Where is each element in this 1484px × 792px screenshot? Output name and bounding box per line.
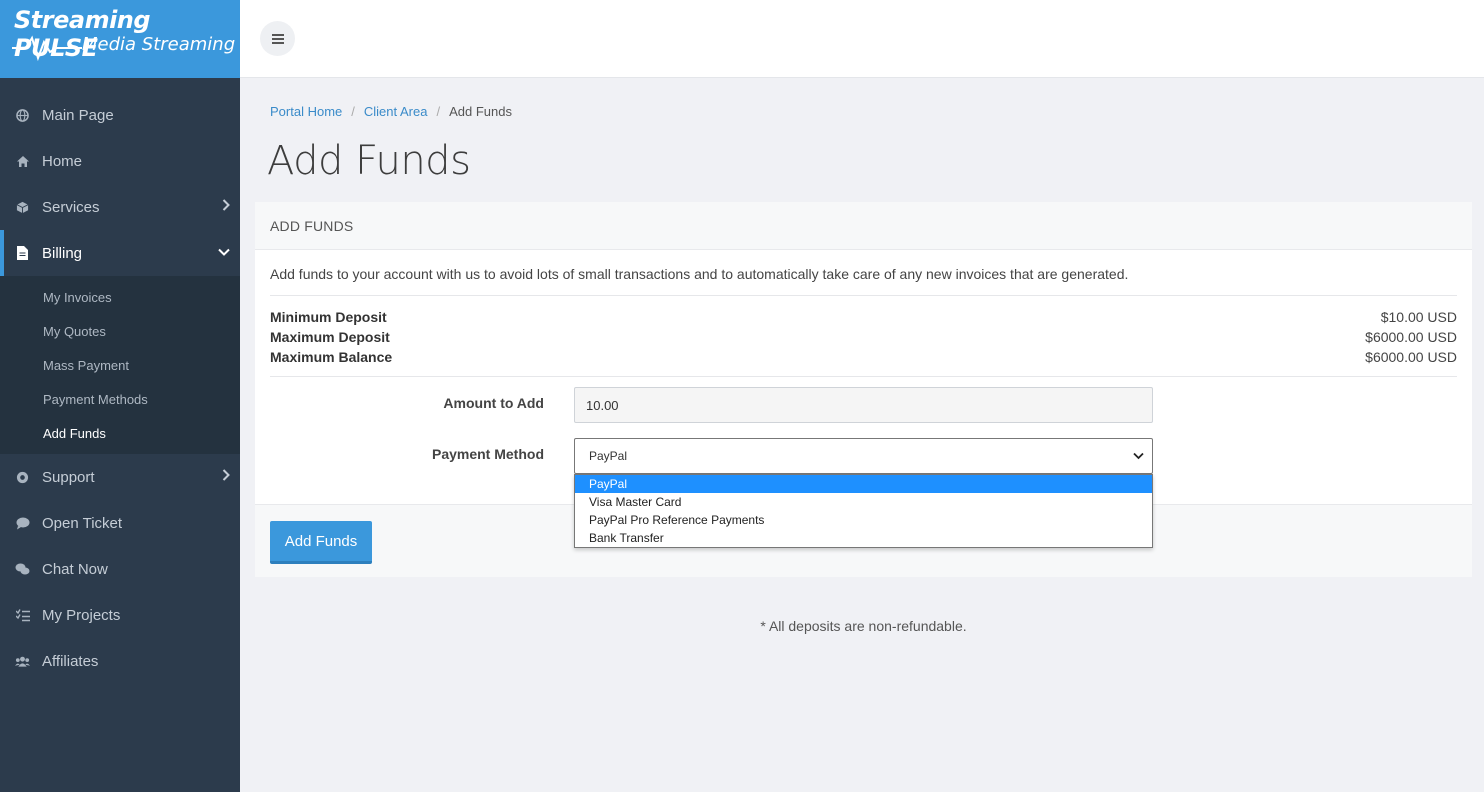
pulse-icon xyxy=(12,35,82,62)
comment-icon xyxy=(15,516,30,531)
home-icon xyxy=(15,154,30,169)
sidebar-item-label: Open Ticket xyxy=(42,514,123,532)
sidebar-item-label: Main Page xyxy=(42,106,114,124)
tasks-icon xyxy=(15,608,30,623)
breadcrumb-portal-home[interactable]: Portal Home xyxy=(270,104,342,119)
intro-text: Add funds to your account with us to avo… xyxy=(270,266,1129,282)
option-paypal[interactable]: PayPal xyxy=(575,475,1152,493)
limit-row-minimum-deposit: Minimum Deposit $10.00 USD xyxy=(270,307,1457,327)
limit-label: Maximum Balance xyxy=(270,349,393,365)
page-title: Add Funds xyxy=(267,138,471,184)
sidebar-item-label: Chat Now xyxy=(42,560,108,578)
payment-method-dropdown: PayPal Visa Master Card PayPal Pro Refer… xyxy=(574,474,1153,548)
limit-value: $10.00 USD xyxy=(1380,309,1457,325)
brand-line2: Media Streaming xyxy=(82,34,236,55)
add-funds-button[interactable]: Add Funds xyxy=(270,521,372,564)
sidebar-item-label: Billing xyxy=(42,244,83,262)
comments-icon xyxy=(15,562,30,577)
payment-method-label: Payment Method xyxy=(431,446,544,462)
sidebar-subitem-add-funds[interactable]: Add Funds xyxy=(0,416,240,450)
breadcrumb-client-area[interactable]: Client Area xyxy=(364,104,428,119)
amount-label: Amount to Add xyxy=(443,395,544,411)
deposit-limits: Minimum Deposit $10.00 USD Maximum Depos… xyxy=(270,307,1457,367)
sidebar-item-my-projects[interactable]: My Projects xyxy=(0,592,240,638)
limit-row-maximum-balance: Maximum Balance $6000.00 USD xyxy=(270,347,1457,367)
sidebar-item-support[interactable]: Support xyxy=(0,454,240,500)
document-icon xyxy=(15,246,30,261)
sidebar-item-services[interactable]: Services xyxy=(0,184,240,230)
chevron-down-icon xyxy=(1133,449,1144,463)
card-header: ADD FUNDS xyxy=(255,202,1472,250)
payment-method-select[interactable]: PayPal xyxy=(574,438,1153,474)
life-ring-icon xyxy=(15,470,30,485)
amount-input[interactable]: 10.00 xyxy=(574,387,1153,423)
sidebar-subitem-my-invoices[interactable]: My Invoices xyxy=(0,280,240,314)
sidebar-item-label: Support xyxy=(42,468,95,486)
hamburger-icon xyxy=(271,37,284,40)
limit-row-maximum-deposit: Maximum Deposit $6000.00 USD xyxy=(270,327,1457,347)
sidebar-item-home[interactable]: Home xyxy=(0,138,240,184)
sidebar-item-affiliates[interactable]: Affiliates xyxy=(0,638,240,684)
globe-icon xyxy=(15,108,30,123)
chevron-down-icon xyxy=(218,245,230,259)
chevron-right-icon xyxy=(222,469,230,484)
non-refundable-note: * All deposits are non-refundable. xyxy=(760,618,967,634)
breadcrumb-current: Add Funds xyxy=(449,104,512,119)
sidebar: Streaming PULSE Media Streaming Main Pag… xyxy=(0,0,240,792)
sidebar-item-main-page[interactable]: Main Page xyxy=(0,92,240,138)
divider xyxy=(270,295,1457,296)
sidebar-item-billing[interactable]: Billing xyxy=(0,230,240,276)
sidebar-nav: Main Page Home Services Billing My Invoi… xyxy=(0,92,240,684)
sidebar-subitem-mass-payment[interactable]: Mass Payment xyxy=(0,348,240,382)
menu-toggle-button[interactable] xyxy=(260,21,295,56)
chevron-right-icon xyxy=(222,199,230,214)
sidebar-subitem-my-quotes[interactable]: My Quotes xyxy=(0,314,240,348)
users-icon xyxy=(15,654,30,669)
brand-logo[interactable]: Streaming PULSE Media Streaming xyxy=(0,0,240,78)
limit-value: $6000.00 USD xyxy=(1365,349,1457,365)
option-visa-master-card[interactable]: Visa Master Card xyxy=(575,493,1152,511)
sidebar-subitem-payment-methods[interactable]: Payment Methods xyxy=(0,382,240,416)
option-paypal-pro-reference[interactable]: PayPal Pro Reference Payments xyxy=(575,511,1152,529)
breadcrumb: Portal Home / Client Area / Add Funds xyxy=(270,104,512,119)
breadcrumb-separator: / xyxy=(436,104,441,119)
divider xyxy=(270,376,1457,377)
sidebar-item-label: Affiliates xyxy=(42,652,99,670)
option-bank-transfer[interactable]: Bank Transfer xyxy=(575,529,1152,547)
payment-method-selected: PayPal xyxy=(589,449,628,463)
sidebar-item-chat-now[interactable]: Chat Now xyxy=(0,546,240,592)
sidebar-item-label: Home xyxy=(42,152,83,170)
sidebar-item-label: My Projects xyxy=(42,606,121,624)
cube-icon xyxy=(15,200,30,215)
breadcrumb-separator: / xyxy=(351,104,355,119)
top-bar xyxy=(240,0,1484,78)
limit-label: Minimum Deposit xyxy=(270,309,387,325)
limit-label: Maximum Deposit xyxy=(270,329,390,345)
sidebar-item-label: Services xyxy=(42,198,100,216)
sidebar-item-open-ticket[interactable]: Open Ticket xyxy=(0,500,240,546)
limit-value: $6000.00 USD xyxy=(1365,329,1457,345)
billing-submenu: My Invoices My Quotes Mass Payment Payme… xyxy=(0,276,240,454)
